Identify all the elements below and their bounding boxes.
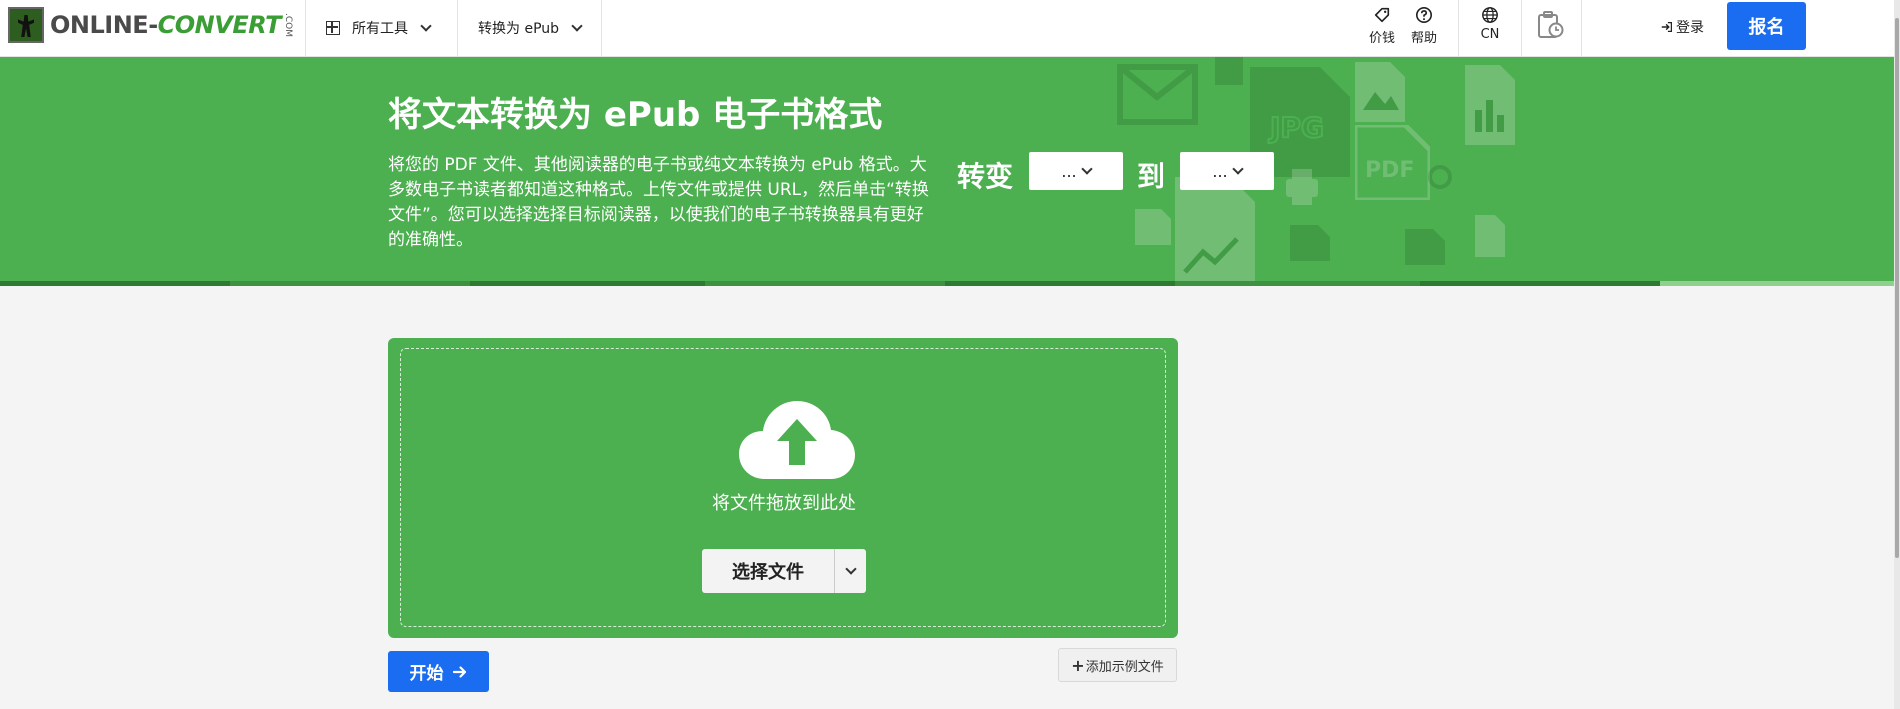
pdf-file-icon: PDF (1355, 125, 1430, 200)
gear-file-icon (1428, 165, 1452, 189)
add-sample-file-button[interactable]: + 添加示例文件 (1058, 648, 1177, 682)
language-selector[interactable]: CN (1468, 6, 1512, 50)
top-navigation: ONLINE-CONVERT .COM 所有工具 转换为 ePub 价钱 帮助 … (0, 0, 1900, 57)
png-file-icon (1135, 209, 1171, 245)
scrollbar-thumb[interactable] (1895, 18, 1899, 558)
page-description: 将您的 PDF 文件、其他阅读器的电子书或纯文本转换为 ePub 格式。大多数电… (388, 155, 929, 250)
target-format-select[interactable]: ... (1180, 152, 1274, 190)
doc-file-icon (1290, 225, 1330, 261)
nav-divider (305, 0, 306, 56)
price-label: 价钱 (1368, 31, 1395, 46)
nav-divider (1458, 0, 1459, 56)
price-tag-icon (1374, 7, 1390, 23)
logo-text: ONLINE-CONVERT (50, 11, 282, 39)
source-format-select[interactable]: ... (1029, 152, 1123, 190)
nav-divider (1581, 0, 1582, 56)
chevron-down-icon (420, 20, 432, 32)
to-label: 到 (1137, 160, 1166, 193)
convert-to-epub-menu[interactable]: 转换为 ePub (478, 0, 583, 56)
convert-label: 转变 (957, 160, 1014, 193)
chevron-down-icon (844, 563, 857, 575)
target-format-value: ... (1212, 161, 1228, 181)
chart-file-icon (1465, 65, 1515, 145)
choose-source-dropdown[interactable] (835, 549, 866, 593)
stats-file-icon (1175, 177, 1255, 286)
help-icon (1415, 6, 1433, 24)
nav-divider (601, 0, 602, 56)
grid-icon (326, 21, 340, 35)
font-file-icon (1475, 215, 1505, 257)
svg-text:JPG: JPG (1268, 111, 1324, 144)
logo-icon (8, 7, 44, 43)
drop-files-text: 将文件拖放到此处 (712, 493, 856, 514)
signup-button[interactable]: 报名 (1727, 2, 1806, 50)
dropzone-border: 将文件拖放到此处 选择文件 (400, 348, 1166, 627)
convert-to-label: 转换为 ePub (478, 21, 560, 37)
all-tools-menu[interactable]: 所有工具 (326, 0, 432, 56)
all-tools-label: 所有工具 (352, 21, 408, 37)
chevron-down-icon (1231, 163, 1244, 175)
choose-file-label: 选择文件 (702, 549, 835, 593)
nav-divider (457, 0, 458, 56)
chevron-down-icon (1080, 163, 1093, 175)
globe-icon (1482, 7, 1498, 23)
txt-file-icon (1405, 229, 1445, 265)
clipboard-clock-icon (1538, 11, 1564, 38)
start-button[interactable]: 开始 (388, 651, 489, 692)
brand-logo[interactable]: ONLINE-CONVERT .COM (8, 7, 293, 43)
hero-bottom-stripe (0, 281, 1894, 286)
start-label: 开始 (409, 664, 444, 684)
pdf-file-icon (1215, 57, 1243, 85)
upload-dropzone[interactable]: 将文件拖放到此处 选择文件 (388, 338, 1178, 638)
printer-icon (1286, 169, 1318, 205)
choose-file-button[interactable]: 选择文件 (702, 549, 866, 593)
help-label: 帮助 (1410, 31, 1437, 46)
hero-banner: JPG PDF 将文本转换为 ePub 电子书格式 将您的 PDF 文件、其他阅… (0, 57, 1894, 286)
help-link[interactable]: 帮助 (1402, 6, 1446, 50)
cloud-upload-icon (739, 401, 855, 479)
add-sample-label: 添加示例文件 (1085, 659, 1164, 675)
arrow-right-icon (452, 665, 466, 678)
login-label: 登录 (1676, 20, 1704, 36)
language-label: CN (1480, 27, 1500, 42)
login-link[interactable]: 登录 (1660, 17, 1704, 37)
history-button[interactable] (1528, 10, 1572, 54)
logo-com: .COM (283, 13, 293, 37)
image-file-icon (1355, 62, 1405, 122)
envelope-icon (1117, 64, 1198, 125)
plus-icon: + (1071, 655, 1085, 675)
page-title: 将文本转换为 ePub 电子书格式 (388, 95, 883, 135)
login-icon (1661, 22, 1672, 32)
source-format-value: ... (1061, 161, 1077, 181)
pricing-link[interactable]: 价钱 (1360, 6, 1404, 50)
svg-text:PDF: PDF (1365, 158, 1414, 183)
nav-divider (1521, 0, 1522, 56)
chevron-down-icon (571, 20, 583, 32)
